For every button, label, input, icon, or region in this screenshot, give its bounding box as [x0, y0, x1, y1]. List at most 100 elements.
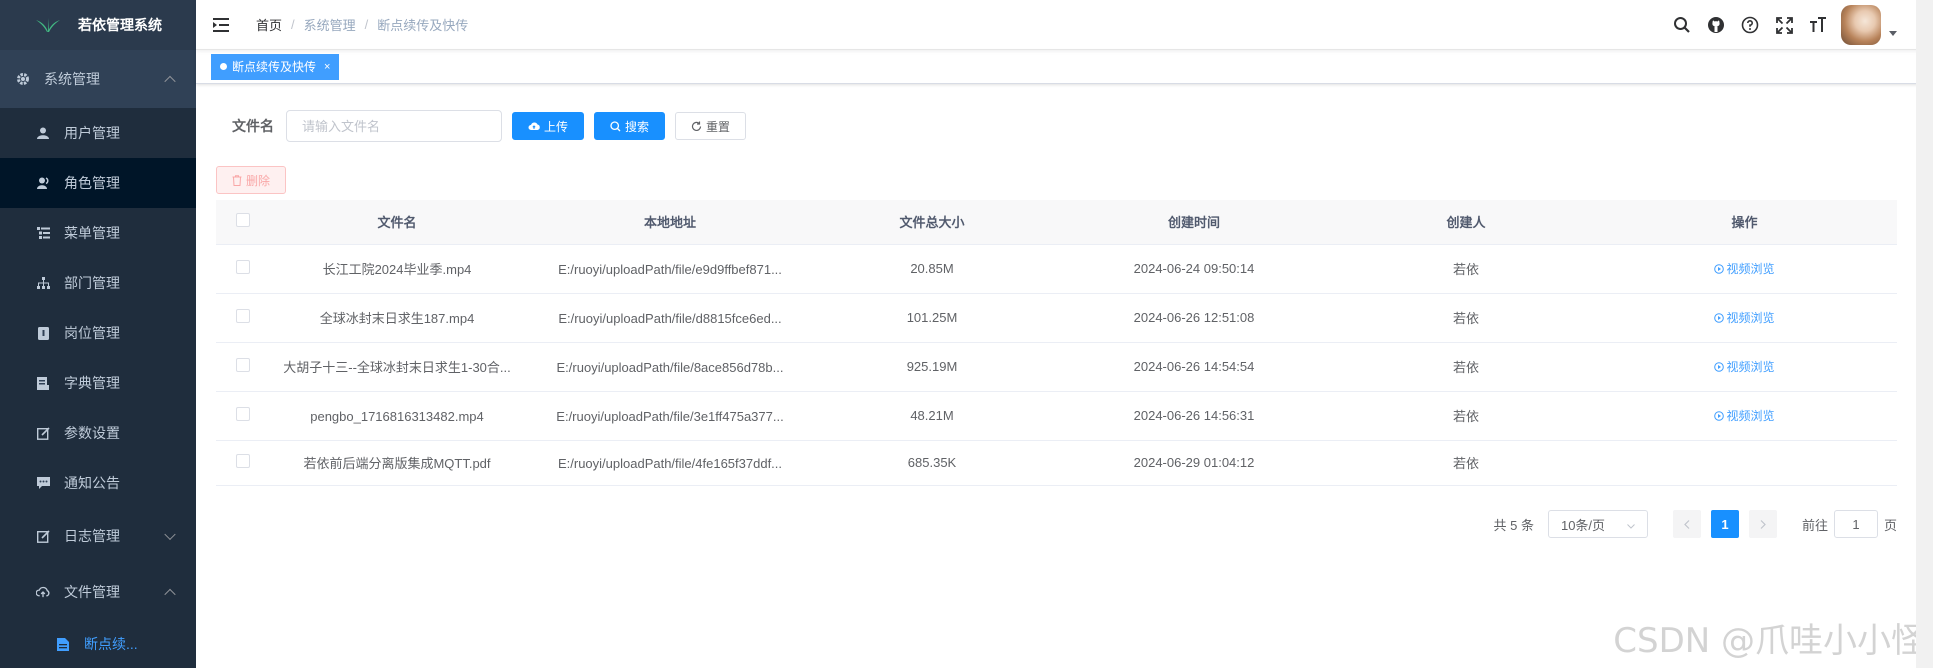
tree-icon: [36, 276, 50, 290]
table-row: 长江工院2024毕业季.mp4 E:/ruoyi/uploadPath/file…: [216, 244, 1897, 294]
goto-page-input[interactable]: [1833, 510, 1878, 538]
chevron-down-icon: [164, 528, 176, 541]
chevron-up-icon: [164, 75, 176, 88]
breadcrumb-home[interactable]: 首页: [256, 15, 282, 34]
breadcrumb: 首页 / 系统管理 / 断点续传及快传: [256, 15, 468, 34]
sidebar-item-config[interactable]: 参数设置: [0, 408, 196, 458]
sidebar-item-label: 角色管理: [64, 175, 120, 191]
github-icon[interactable]: [1699, 8, 1733, 42]
play-circle-icon: [1714, 312, 1725, 323]
filename-input[interactable]: [286, 110, 502, 142]
column-header: 创建时间: [1048, 200, 1340, 245]
search-button[interactable]: 搜索: [594, 112, 666, 140]
file-name-cell: pengbo_1716816313482.mp4: [310, 408, 484, 424]
sidebar-item-label: 岗位管理: [64, 325, 120, 341]
log-icon: [36, 529, 50, 543]
chevron-down-icon: [1627, 517, 1635, 532]
page-jump: 前往 页: [1802, 510, 1897, 538]
row-checkbox[interactable]: [236, 309, 250, 323]
main-container: 首页 / 系统管理 / 断点续传及快传 断点续传及快传 × 文件名 请输入文件名…: [196, 0, 1933, 668]
sidebar: 若依管理系统 系统管理 用户管理 角色管理 菜单管理 部门管理 岗位管理 字典管…: [0, 0, 196, 668]
file-name-cell: 大胡子十三--全球冰封末日求生1-30合...: [283, 360, 511, 375]
app-title: 若依管理系统: [78, 17, 162, 33]
sidebar-group-file[interactable]: 文件管理: [0, 564, 196, 620]
file-path-cell: E:/ruoyi/uploadPath/file/d8815fce6ed...: [558, 310, 782, 326]
search-icon[interactable]: [1665, 8, 1699, 42]
hamburger-icon[interactable]: [212, 15, 232, 35]
navbar: 首页 / 系统管理 / 断点续传及快传: [196, 0, 1933, 50]
sidebar-item-user[interactable]: 用户管理: [0, 108, 196, 158]
toolbar: 删除: [216, 166, 1897, 194]
upload-button[interactable]: 上传: [512, 112, 585, 140]
sidebar-item-label: 日志管理: [64, 528, 120, 544]
creator-cell: 若依: [1340, 391, 1592, 441]
caret-down-icon[interactable]: [1889, 30, 1897, 36]
cloud-upload-icon: [528, 121, 540, 131]
play-circle-icon: [1714, 410, 1725, 421]
video-preview-link[interactable]: 视频浏览: [1714, 309, 1775, 326]
close-icon[interactable]: ×: [324, 54, 330, 80]
row-checkbox[interactable]: [236, 358, 250, 372]
sidebar-group-log[interactable]: 日志管理: [0, 508, 196, 564]
page-size-select[interactable]: 10条/页: [1547, 510, 1648, 538]
column-header: 创建人: [1340, 200, 1592, 245]
select-all-cell: [216, 200, 270, 245]
tag-resume-upload[interactable]: 断点续传及快传 ×: [211, 53, 340, 80]
sidebar-item-label: 部门管理: [64, 275, 120, 291]
file-size-cell: 685.35K: [816, 440, 1048, 486]
search-icon: [610, 120, 621, 132]
sidebar-item-menu[interactable]: 菜单管理: [0, 208, 196, 258]
trash-icon: [232, 174, 242, 186]
fullscreen-icon[interactable]: [1767, 8, 1801, 42]
tag-label: 断点续传及快传: [232, 59, 317, 74]
table-row: 若依前后端分离版集成MQTT.pdf E:/ruoyi/uploadPath/f…: [216, 440, 1897, 486]
file-name-cell: 全球冰封末日求生187.mp4: [319, 311, 475, 326]
chevron-up-icon: [164, 588, 176, 601]
scrollbar[interactable]: [1916, 0, 1933, 668]
video-preview-label: 视频浏览: [1726, 262, 1775, 276]
sidebar-item-dept[interactable]: 部门管理: [0, 258, 196, 308]
breadcrumb-current: 断点续传及快传: [377, 18, 469, 33]
sidebar-item-label: 用户管理: [64, 125, 120, 141]
creator-cell: 若依: [1340, 293, 1592, 343]
file-size-cell: 925.19M: [816, 342, 1048, 392]
sidebar-item-notice[interactable]: 通知公告: [0, 458, 196, 508]
sidebar-item-post[interactable]: 岗位管理: [0, 308, 196, 358]
reset-button[interactable]: 重置: [675, 112, 747, 140]
sidebar-item-resume-upload[interactable]: 断点续...: [0, 620, 196, 668]
select-all-checkbox[interactable]: [236, 213, 250, 228]
breadcrumb-separator: /: [364, 17, 369, 32]
file-name-cell: 长江工院2024毕业季.mp4: [322, 262, 472, 277]
video-preview-link[interactable]: 视频浏览: [1714, 358, 1775, 375]
sidebar-group-system[interactable]: 系统管理: [0, 50, 196, 108]
page-number-current[interactable]: 1: [1710, 510, 1739, 538]
video-preview-label: 视频浏览: [1726, 360, 1775, 374]
search-label: 搜索: [625, 119, 650, 134]
logo[interactable]: 若依管理系统: [0, 0, 196, 50]
reset-label: 重置: [706, 119, 731, 134]
row-checkbox[interactable]: [236, 260, 250, 274]
tags-view: 断点续传及快传 ×: [196, 50, 1933, 84]
content: 文件名 上传 搜索 重置 删除: [196, 84, 1933, 486]
delete-button[interactable]: 删除: [216, 166, 287, 194]
question-icon[interactable]: [1733, 8, 1767, 42]
video-preview-link[interactable]: 视频浏览: [1714, 260, 1775, 277]
sidebar-item-role[interactable]: 角色管理: [0, 158, 196, 208]
row-checkbox[interactable]: [236, 407, 250, 421]
file-size-cell: 20.85M: [816, 244, 1048, 294]
avatar[interactable]: [1841, 5, 1881, 45]
breadcrumb-item: 系统管理: [303, 18, 356, 33]
font-size-icon[interactable]: [1801, 8, 1835, 42]
file-path-cell: E:/ruoyi/uploadPath/file/e9d9ffbef871...: [558, 261, 782, 277]
row-checkbox[interactable]: [236, 454, 250, 468]
sidebar-group-label: 系统管理: [44, 71, 100, 87]
next-page-button[interactable]: [1748, 510, 1777, 538]
sidebar-item-label: 断点续...: [84, 636, 138, 652]
pagination-total: 共 5 条: [1493, 517, 1534, 533]
prev-page-button[interactable]: [1672, 510, 1701, 538]
goto-suffix: 页: [1883, 517, 1897, 533]
video-preview-link[interactable]: 视频浏览: [1714, 407, 1775, 424]
gear-icon: [16, 72, 30, 86]
page-size-value: 10条/页: [1560, 517, 1606, 533]
sidebar-item-dict[interactable]: 字典管理: [0, 358, 196, 408]
